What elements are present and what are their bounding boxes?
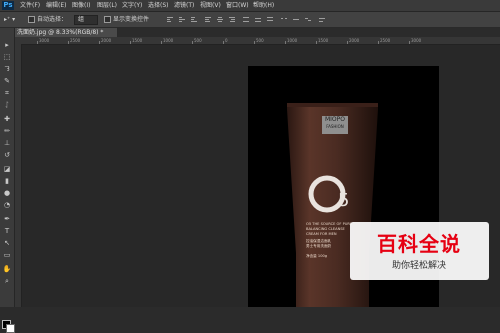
ruler-tick-mark — [285, 41, 286, 44]
ruler-tick-label: 3000 — [39, 38, 50, 43]
ruler-tick-mark — [409, 41, 410, 44]
vertical-ruler — [15, 44, 22, 307]
brush-tool-icon[interactable]: ✏ — [2, 126, 12, 136]
zoom-tool-icon[interactable]: ⌕ — [2, 276, 12, 286]
type-tool-icon[interactable]: T — [2, 226, 12, 236]
ruler-tick-mark — [99, 41, 100, 44]
product-line-1: O5 THE SOURCE OF PURE — [306, 222, 353, 226]
pen-tool-icon[interactable]: ✒ — [2, 214, 12, 224]
product-line-4: 控油保湿洁面乳 — [306, 239, 332, 243]
spot-healing-tool-icon[interactable]: ✚ — [2, 114, 12, 124]
menu-filter[interactable]: 滤镜(T) — [174, 0, 194, 11]
distribute-top-icon[interactable] — [242, 16, 250, 23]
ruler-tick-mark — [316, 41, 317, 44]
product-line-5: 男士专用洗面奶 — [306, 244, 332, 248]
crop-tool-icon[interactable]: ⌗ — [2, 88, 12, 98]
ruler-tick-label: 2000 — [101, 38, 112, 43]
show-transform-label: 显示变换控件 — [113, 16, 150, 23]
ruler-tick-label: 0 — [225, 38, 228, 43]
menu-bar: Ps 文件(F) 编辑(E) 图像(I) 图层(L) 文字(Y) 选择(S) 滤… — [0, 0, 500, 12]
watermark-subtitle: 助你轻松解决 — [391, 261, 446, 271]
auto-select-label: 自动选择： — [37, 16, 68, 23]
background-color-swatch[interactable] — [6, 324, 15, 333]
ruler-tick-label: 2500 — [70, 38, 81, 43]
ruler-tick-label: 1000 — [163, 38, 174, 43]
align-horizontal-center-icon[interactable] — [216, 16, 224, 23]
distribute-center-icon[interactable] — [254, 16, 262, 23]
align-left-icon[interactable] — [204, 16, 212, 23]
ruler-tick-mark — [223, 41, 224, 44]
menu-image[interactable]: 图像(I) — [72, 0, 90, 11]
path-selection-tool-icon[interactable]: ↖ — [2, 238, 12, 248]
baike-watermark: 百科全说 助你轻松解决 — [350, 222, 489, 280]
ruler-tick-label: 3000 — [411, 38, 422, 43]
brand-subline: FASHION — [326, 124, 344, 129]
auto-select-checkbox[interactable]: 自动选择： — [28, 12, 67, 27]
product-line-6: 净含量 100g — [306, 254, 328, 258]
document-tab[interactable]: 洗面奶.jpg @ 8.33%(RGB/8) * — [15, 28, 118, 37]
blur-tool-icon[interactable]: ● — [2, 188, 12, 198]
o5-emblem-icon: 5 — [308, 175, 349, 213]
auto-align-icon[interactable] — [318, 16, 326, 23]
ruler-tick-mark — [254, 41, 255, 44]
menu-layer[interactable]: 图层(L) — [97, 0, 117, 11]
options-bar: ▸⁺ ▾ 自动选择： 组 显示变换控件 — [0, 12, 500, 28]
ruler-tick-label: 500 — [194, 38, 202, 43]
ruler-tick-mark — [347, 41, 348, 44]
ruler-tick-mark — [161, 41, 162, 44]
menu-select[interactable]: 选择(S) — [148, 0, 169, 11]
align-bottom-icon[interactable] — [190, 16, 198, 23]
photoshop-logo: Ps — [2, 1, 14, 10]
product-line-2: BALANCING CLEANSE — [306, 227, 345, 231]
quick-select-tool-icon[interactable]: ✎ — [2, 76, 12, 86]
menu-help[interactable]: 帮助(H) — [253, 0, 274, 11]
move-tool-icon[interactable]: ▸ — [2, 40, 12, 50]
eraser-tool-icon[interactable]: ◪ — [2, 164, 12, 174]
brand-name: MIOPO — [324, 116, 345, 123]
menu-file[interactable]: 文件(F) — [20, 0, 40, 11]
hand-tool-icon[interactable]: ✋ — [2, 264, 12, 274]
product-line-3: CREAM FOR MEN — [306, 232, 337, 236]
menu-type[interactable]: 文字(Y) — [122, 0, 142, 11]
distribute-left-icon[interactable] — [280, 16, 288, 23]
ruler-tick-label: 500 — [256, 38, 264, 43]
marquee-tool-icon[interactable]: ⬚ — [2, 52, 12, 62]
tools-panel: ▸ ⬚ ᘊ ✎ ⌗ ᛇ ✚ ✏ ⊥ ↺ ◪ ▮ ● ◔ ✒ T ↖ ▭ ✋ ⌕ — [0, 28, 15, 333]
shape-tool-icon[interactable]: ▭ — [2, 250, 12, 260]
horizontal-ruler: 3000 2500 2000 1500 1000 500 0 500 1000 1500 2000 2… — [15, 37, 500, 45]
menu-view[interactable]: 视图(V) — [200, 0, 221, 11]
menu-window[interactable]: 窗口(W) — [226, 0, 249, 11]
clone-stamp-tool-icon[interactable]: ⊥ — [2, 138, 12, 148]
ruler-tick-label: 2500 — [380, 38, 391, 43]
svg-text:5: 5 — [338, 190, 349, 211]
ruler-tick-label: 2000 — [349, 38, 360, 43]
align-top-icon[interactable] — [166, 16, 174, 23]
ruler-tick-label: 1000 — [287, 38, 298, 43]
ruler-tick-mark — [37, 41, 38, 44]
dodge-tool-icon[interactable]: ◔ — [2, 200, 12, 210]
align-vertical-center-icon[interactable] — [178, 16, 186, 23]
auto-select-dropdown[interactable]: 组 — [74, 15, 98, 25]
watermark-title: 百科全说 — [377, 232, 461, 256]
ruler-tick-mark — [378, 41, 379, 44]
distribute-right-icon[interactable] — [304, 16, 312, 23]
distribute-hcenter-icon[interactable] — [292, 16, 300, 23]
lasso-tool-icon[interactable]: ᘊ — [2, 64, 12, 74]
ruler-tick-mark — [192, 41, 193, 44]
gradient-tool-icon[interactable]: ▮ — [2, 176, 12, 186]
distribute-bottom-icon[interactable] — [266, 16, 274, 23]
menu-edit[interactable]: 编辑(E) — [46, 0, 66, 11]
history-brush-tool-icon[interactable]: ↺ — [2, 150, 12, 160]
ruler-tick-mark — [130, 41, 131, 44]
ruler-tick-mark — [68, 41, 69, 44]
eyedropper-tool-icon[interactable]: ᛇ — [2, 100, 12, 110]
show-transform-checkbox[interactable]: 显示变换控件 — [104, 12, 149, 27]
align-right-icon[interactable] — [228, 16, 236, 23]
brand-label: MIOPO FASHION — [322, 116, 348, 134]
ruler-tick-label: 1500 — [132, 38, 143, 43]
ruler-tick-label: 1500 — [318, 38, 329, 43]
move-tool-preset-icon[interactable]: ▸⁺ ▾ — [4, 12, 15, 27]
